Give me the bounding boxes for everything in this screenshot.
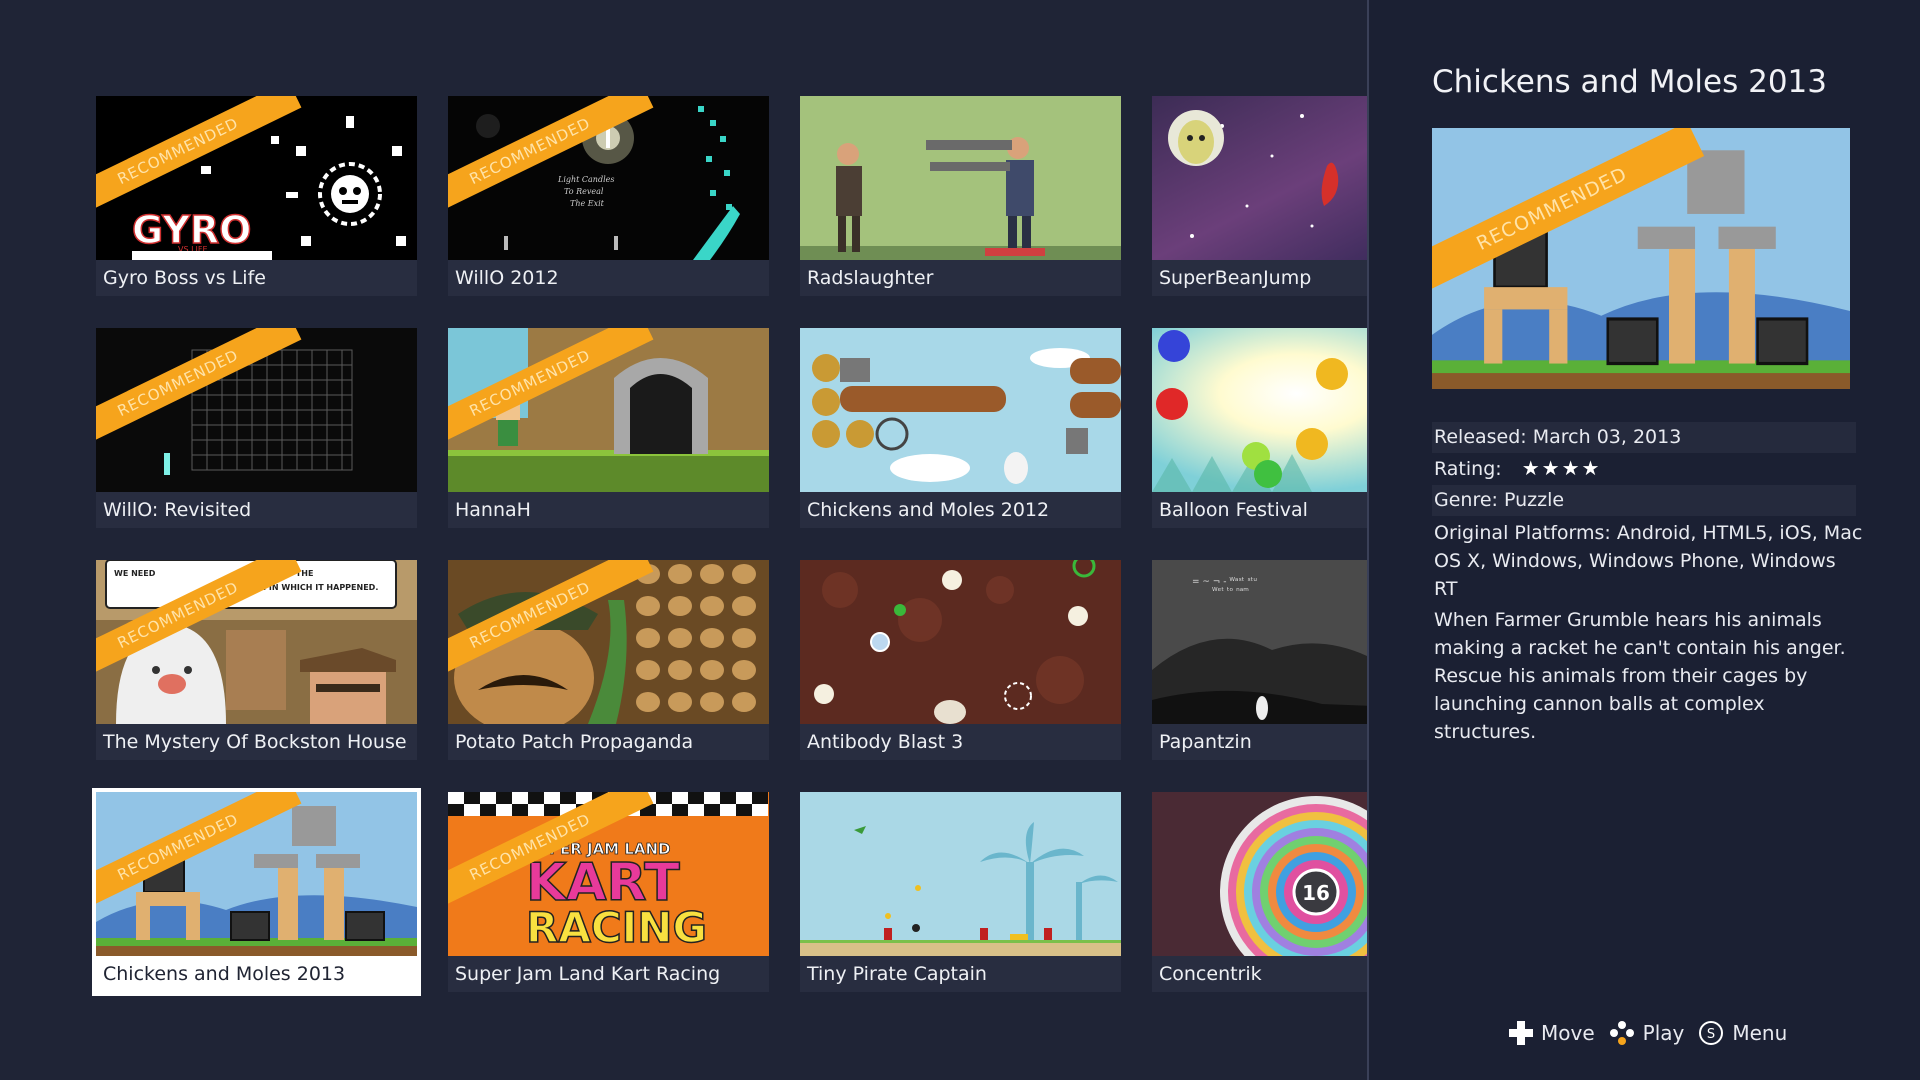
thumbnail: Light Candles To Reveal The Exit RECOMME…	[448, 96, 769, 260]
game-title: Tiny Pirate Captain	[800, 956, 1121, 992]
dpad-icon	[1509, 1021, 1533, 1045]
game-tile-willo-2012[interactable]: Light Candles To Reveal The Exit RECOMME…	[448, 96, 769, 296]
game-title: Chickens and Moles 2012	[800, 492, 1121, 528]
svg-text:RACING: RACING	[526, 903, 707, 952]
menu-hint: S Menu	[1698, 1020, 1787, 1046]
svg-text:To Reveal: To Reveal	[564, 187, 604, 196]
rating-row: Rating: ★★★★	[1432, 453, 1856, 484]
thumbnail	[800, 96, 1121, 260]
game-tile-mystery-bockston-house[interactable]: WE NEED LLER. THE THE ROOM IN WHICH IT H…	[96, 560, 417, 760]
thumbnail	[800, 560, 1121, 724]
thumbnail	[800, 792, 1121, 956]
game-tile-chickens-moles-2013[interactable]: RECOMMENDED Chickens and Moles 2013	[92, 788, 421, 996]
description: When Farmer Grumble hears his animals ma…	[1434, 609, 1846, 743]
genre: Genre: Puzzle	[1432, 485, 1856, 516]
thumbnail: SUPER JAM LAND KART RACING RECOMMENDED	[448, 792, 769, 956]
thumbnail: = ~ ¬ - ᵂᵃˢᵗ ˢᵗᵘ ᵂᵉᵗ ᵗᵒ ⁿᵃᵐ	[1152, 560, 1367, 724]
release-date: Released: March 03, 2013	[1432, 422, 1856, 453]
thumbnail: WE NEED LLER. THE THE ROOM IN WHICH IT H…	[96, 560, 417, 724]
details-panel: Chickens and Moles 2013 RECOMMENDED Rele…	[1367, 0, 1920, 1080]
panel-screenshot: RECOMMENDED	[1432, 128, 1850, 389]
game-title: HannaH	[448, 492, 769, 528]
game-title: The Mystery Of Bockston House	[96, 724, 417, 760]
thumbnail: 16	[1152, 792, 1367, 956]
game-tile-radslaughter[interactable]: Radslaughter	[800, 96, 1121, 296]
rating-stars: ★★★★	[1521, 456, 1602, 480]
svg-text:16: 16	[1302, 881, 1330, 905]
game-tile-superbeanjump[interactable]: SuperBeanJump	[1152, 96, 1367, 296]
svg-text:The Exit: The Exit	[570, 199, 605, 208]
game-tile-concentrik[interactable]: 16 Concentrik	[1152, 792, 1367, 992]
game-title: Concentrik	[1152, 956, 1367, 992]
move-hint: Move	[1509, 1021, 1595, 1045]
thumbnail: RECOMMENDED	[448, 560, 769, 724]
game-title: WillO 2012	[448, 260, 769, 296]
game-title: Papantzin	[1152, 724, 1367, 760]
platforms: Original Platforms: Android, HTML5, iOS,…	[1434, 522, 1863, 600]
game-tile-papantzin[interactable]: = ~ ¬ - ᵂᵃˢᵗ ˢᵗᵘ ᵂᵉᵗ ᵗᵒ ⁿᵃᵐ Papantzin	[1152, 560, 1367, 760]
controller-hints: Move Play S Menu	[1509, 1018, 1801, 1048]
game-tile-kart-racing[interactable]: SUPER JAM LAND KART RACING RECOMMENDED S…	[448, 792, 769, 992]
game-tile-antibody-blast-3[interactable]: Antibody Blast 3	[800, 560, 1121, 760]
svg-text:= ~ ¬ - ᵂᵃˢᵗ ˢᵗᵘ: = ~ ¬ - ᵂᵃˢᵗ ˢᵗᵘ	[1192, 577, 1257, 587]
game-tile-chickens-moles-2012[interactable]: Chickens and Moles 2012	[800, 328, 1121, 528]
game-title: WillO: Revisited	[96, 492, 417, 528]
game-title: Potato Patch Propaganda	[448, 724, 769, 760]
game-title: Super Jam Land Kart Racing	[448, 956, 769, 992]
thumbnail: RECOMMENDED	[96, 792, 417, 956]
game-title: Balloon Festival	[1152, 492, 1367, 528]
menu-button-icon: S	[1699, 1021, 1724, 1045]
game-tile-balloon-festival[interactable]: Balloon Festival	[1152, 328, 1367, 528]
svg-text:WE NEED: WE NEED	[114, 569, 156, 578]
svg-text:Light Candles: Light Candles	[557, 175, 614, 184]
thumbnail: RECOMMENDED	[448, 328, 769, 492]
thumbnail	[1152, 328, 1367, 492]
game-tile-tiny-pirate-captain[interactable]: Tiny Pirate Captain	[800, 792, 1121, 992]
face-buttons-icon	[1609, 1021, 1634, 1045]
thumbnail	[1152, 96, 1367, 260]
panel-title: Chickens and Moles 2013	[1432, 64, 1827, 100]
game-grid: GYRO VS LIFE RECOMMENDED Gyro Boss vs Li…	[92, 96, 1367, 996]
rating-label: Rating:	[1434, 458, 1502, 480]
thumbnail: GYRO VS LIFE RECOMMENDED	[96, 96, 417, 260]
play-hint: Play	[1609, 1020, 1684, 1046]
game-tile-willo-revisited[interactable]: RECOMMENDED WillO: Revisited	[96, 328, 417, 528]
game-title: Antibody Blast 3	[800, 724, 1121, 760]
svg-text:ᵂᵉᵗ ᵗᵒ ⁿᵃᵐ: ᵂᵉᵗ ᵗᵒ ⁿᵃᵐ	[1212, 587, 1249, 597]
game-title: Gyro Boss vs Life	[96, 260, 417, 296]
thumbnail: RECOMMENDED	[96, 328, 417, 492]
game-title: Chickens and Moles 2013	[96, 956, 417, 992]
game-title: Radslaughter	[800, 260, 1121, 296]
game-tile-gyro-boss[interactable]: GYRO VS LIFE RECOMMENDED Gyro Boss vs Li…	[96, 96, 417, 296]
svg-text:S: S	[1707, 1027, 1715, 1042]
game-title: SuperBeanJump	[1152, 260, 1367, 296]
game-grid-area: GYRO VS LIFE RECOMMENDED Gyro Boss vs Li…	[0, 0, 1367, 1080]
thumbnail	[800, 328, 1121, 492]
game-tile-potato-patch-propaganda[interactable]: RECOMMENDED Potato Patch Propaganda	[448, 560, 769, 760]
game-tile-hannah[interactable]: RECOMMENDED HannaH	[448, 328, 769, 528]
